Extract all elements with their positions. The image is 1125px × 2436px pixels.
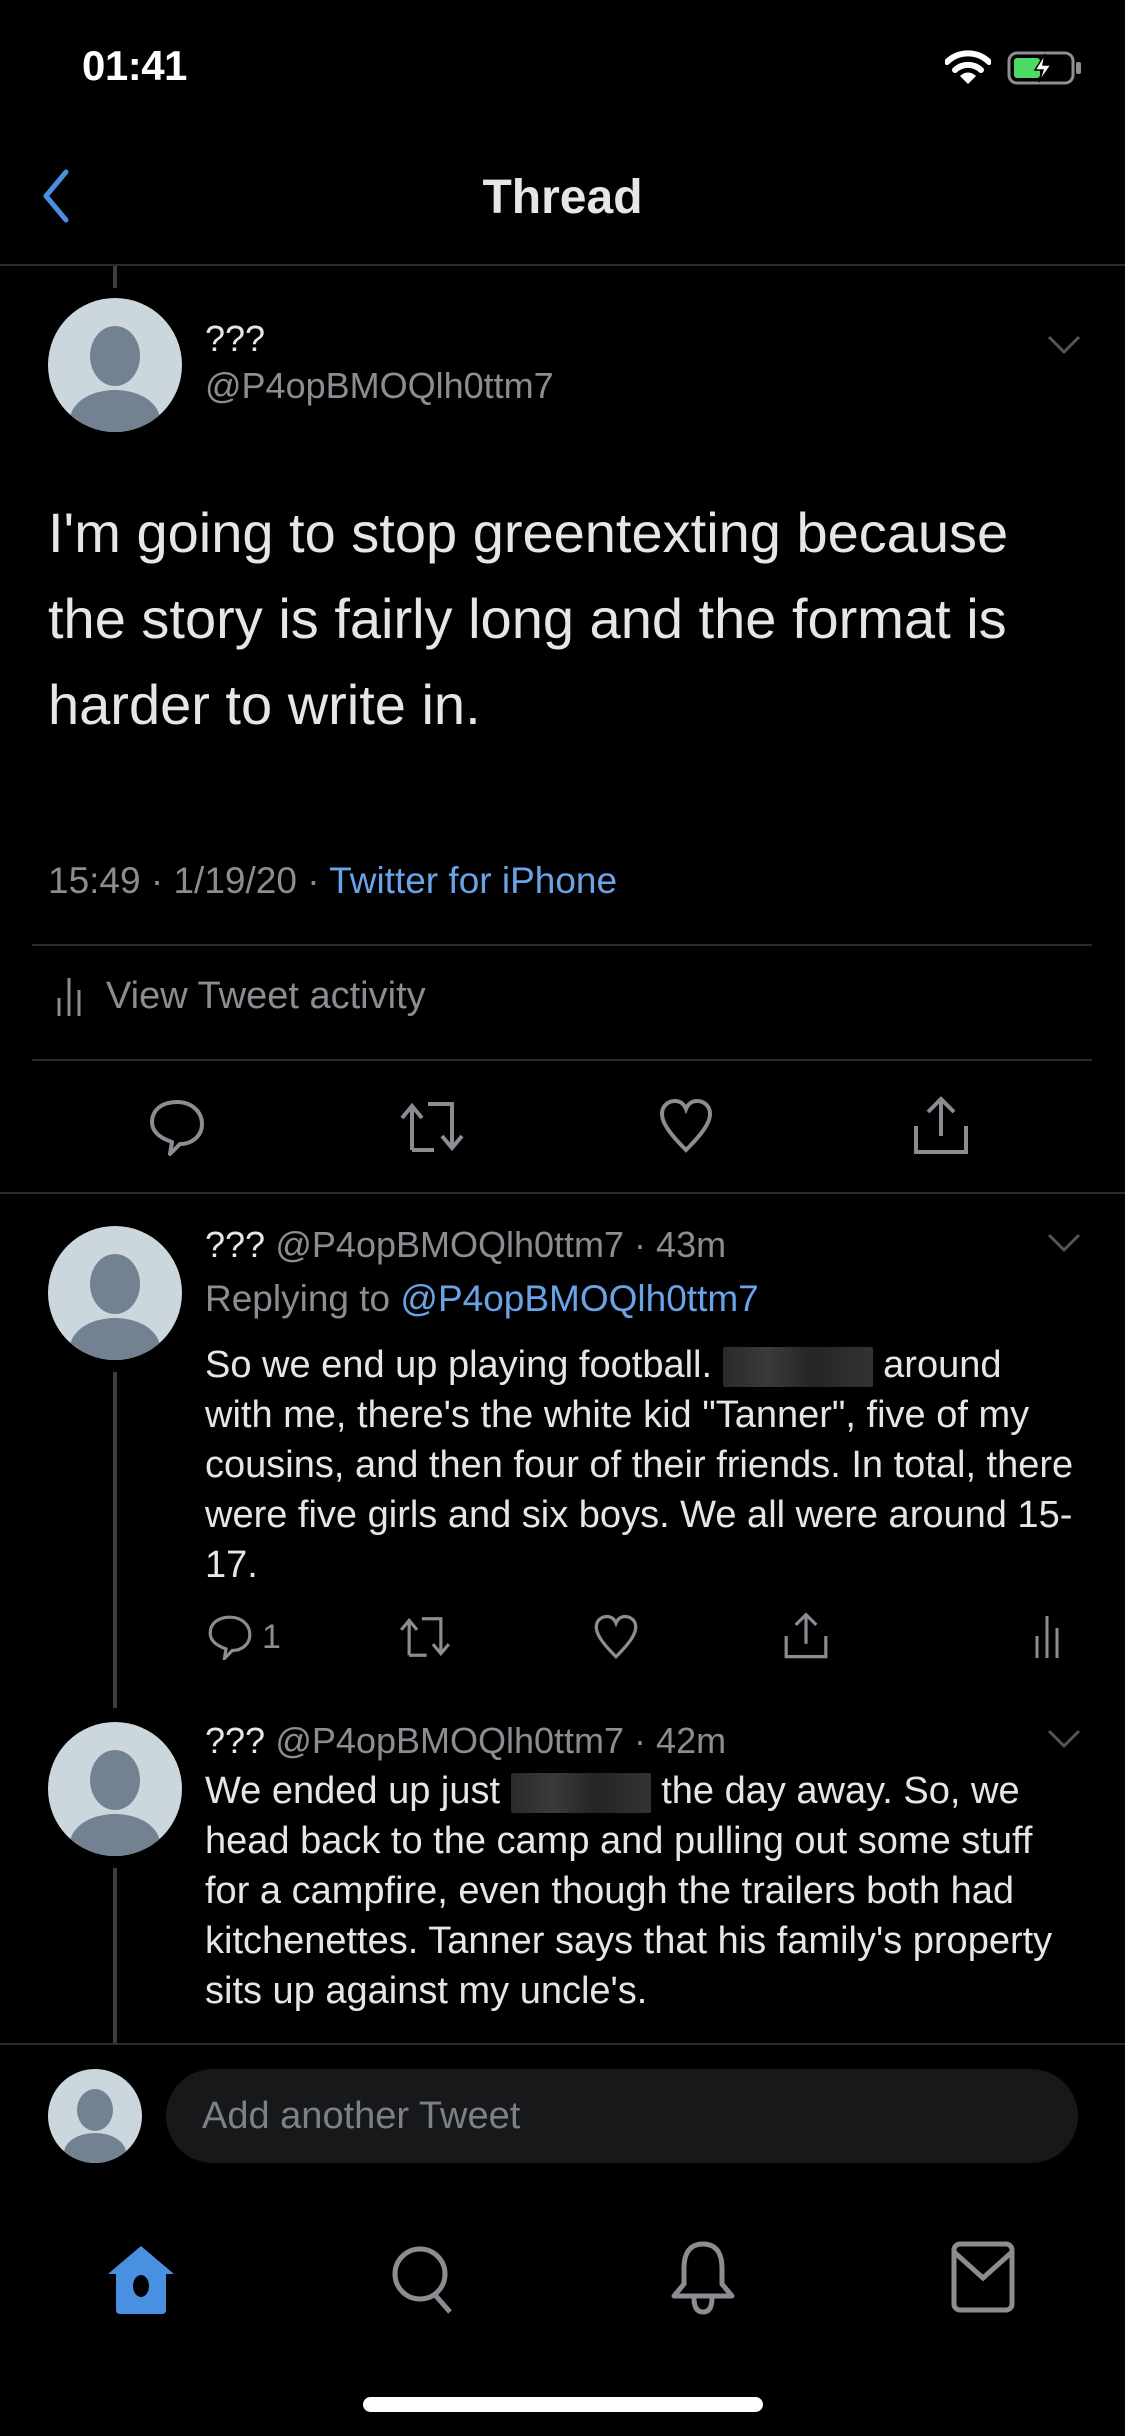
reply-icon[interactable] bbox=[148, 1098, 206, 1156]
chevron-down-icon[interactable] bbox=[1046, 1232, 1082, 1254]
analytics-icon bbox=[57, 977, 81, 1016]
redacted-text bbox=[510, 1772, 651, 1813]
retweet-icon[interactable] bbox=[398, 1098, 466, 1156]
battery-charging-icon bbox=[1007, 51, 1081, 85]
tab-home[interactable] bbox=[106, 2244, 176, 2316]
tweet-age: 43m bbox=[656, 1224, 727, 1265]
author-handle[interactable]: @P4opBMOQlh0ttm7 bbox=[205, 365, 554, 407]
avatar[interactable] bbox=[48, 1722, 182, 1856]
chevron-down-icon[interactable] bbox=[1046, 1728, 1082, 1750]
divider bbox=[32, 1059, 1092, 1061]
tab-messages[interactable] bbox=[950, 2240, 1016, 2316]
replying-to: Replying to @P4opBMOQlh0ttm7 bbox=[205, 1278, 759, 1319]
author-name[interactable]: ??? bbox=[205, 1720, 265, 1761]
view-tweet-activity-label: View Tweet activity bbox=[106, 975, 426, 1017]
composer-divider bbox=[0, 2043, 1125, 2045]
thread-line bbox=[113, 1372, 117, 1708]
reply-text: We ended up just the day away. So, we he… bbox=[205, 1770, 1053, 2012]
like-icon[interactable] bbox=[593, 1614, 639, 1660]
page-title: Thread bbox=[482, 171, 643, 224]
reply-header: ??? @P4opBMOQlh0ttm7 · 43m bbox=[205, 1224, 727, 1265]
wifi-icon bbox=[945, 50, 991, 84]
tab-notifications[interactable] bbox=[668, 2240, 738, 2316]
thread-line-above bbox=[113, 266, 117, 288]
tweet-source-link[interactable]: Twitter for iPhone bbox=[329, 860, 617, 901]
avatar[interactable] bbox=[48, 1226, 182, 1360]
my-avatar[interactable] bbox=[48, 2069, 142, 2163]
reply-text: So we end up playing football. around wi… bbox=[205, 1344, 1074, 1586]
view-tweet-activity-button[interactable]: View Tweet activity bbox=[56, 975, 426, 1018]
share-icon[interactable] bbox=[783, 1612, 829, 1660]
share-icon[interactable] bbox=[912, 1096, 970, 1156]
redacted-text bbox=[722, 1346, 873, 1387]
divider bbox=[0, 1192, 1125, 1194]
mention-link[interactable]: @P4opBMOQlh0ttm7 bbox=[400, 1278, 758, 1319]
tweet-meta: 15:49 · 1/19/20 · Twitter for iPhone bbox=[48, 860, 618, 901]
author-name[interactable]: ??? bbox=[205, 318, 265, 360]
add-tweet-input[interactable]: Add another Tweet bbox=[166, 2069, 1078, 2163]
home-indicator[interactable] bbox=[363, 2397, 763, 2412]
reply-count: 1 bbox=[262, 1618, 281, 1656]
avatar[interactable] bbox=[48, 298, 182, 432]
tweet-text: I'm going to stop greentexting because t… bbox=[48, 501, 1009, 736]
author-name[interactable]: ??? bbox=[205, 1224, 265, 1265]
author-handle[interactable]: @P4opBMOQlh0ttm7 bbox=[275, 1720, 624, 1761]
status-time: 01:41 bbox=[82, 42, 187, 89]
analytics-icon[interactable] bbox=[1034, 1614, 1060, 1660]
tweet-time: 15:49 bbox=[48, 860, 141, 901]
tweet-date: 1/19/20 bbox=[173, 860, 297, 901]
nav-divider bbox=[0, 264, 1125, 266]
divider bbox=[32, 944, 1092, 946]
reply-icon[interactable] bbox=[207, 1614, 253, 1660]
retweet-icon[interactable] bbox=[398, 1614, 452, 1660]
tweet-age: 42m bbox=[656, 1720, 727, 1761]
like-icon[interactable] bbox=[658, 1098, 714, 1154]
tab-search[interactable] bbox=[390, 2244, 456, 2316]
thread-line bbox=[113, 1868, 117, 2043]
author-handle[interactable]: @P4opBMOQlh0ttm7 bbox=[275, 1224, 624, 1265]
reply-header: ??? @P4opBMOQlh0ttm7 · 42m bbox=[205, 1720, 727, 1761]
chevron-down-icon[interactable] bbox=[1046, 334, 1082, 356]
